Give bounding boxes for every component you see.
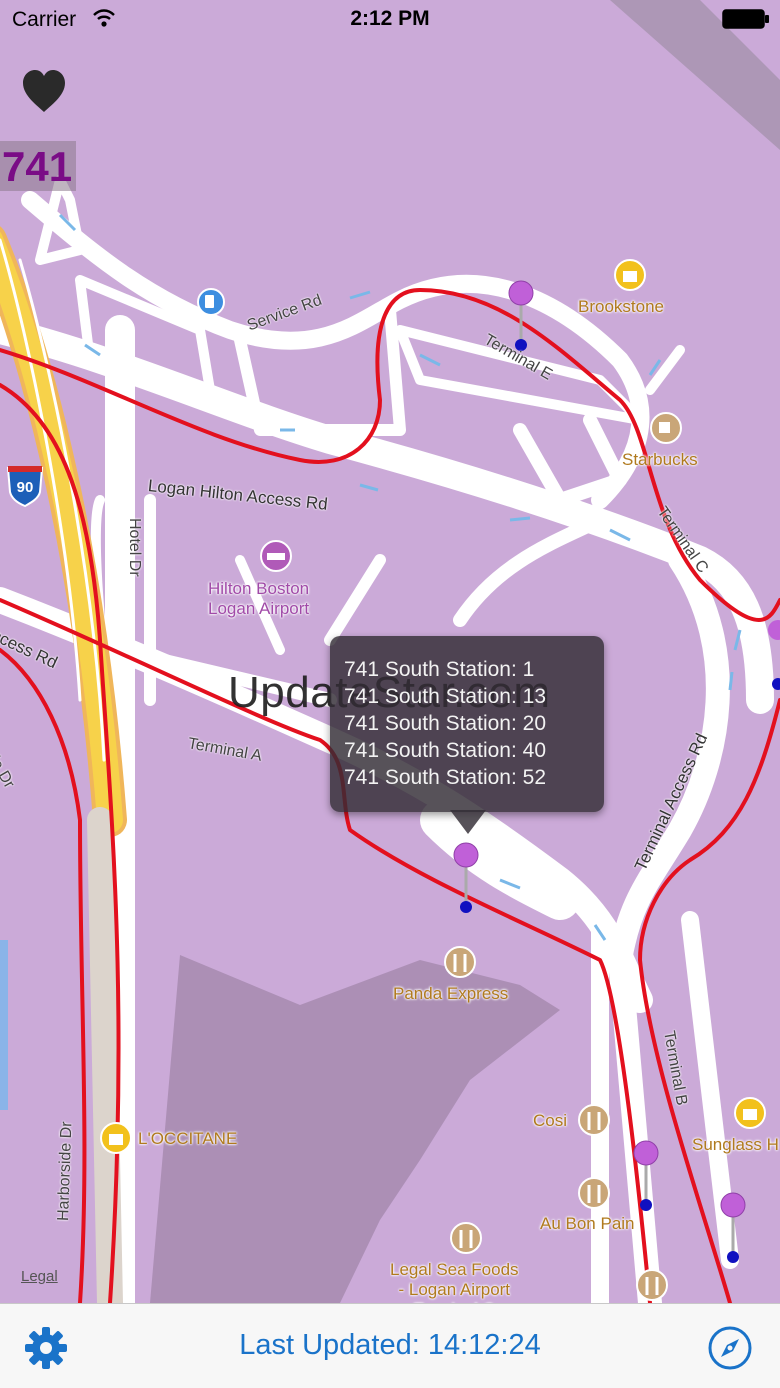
poi-label-cosi[interactable]: Cosi [533, 1111, 567, 1131]
coffee-icon [650, 412, 682, 444]
status-bar: Carrier 2:12 PM [0, 0, 780, 40]
status-time: 2:12 PM [350, 7, 430, 30]
battery-icon [722, 9, 769, 29]
shopping-bag-icon [734, 1097, 766, 1129]
restaurant-icon [450, 1222, 482, 1254]
gas-station-icon [197, 288, 225, 316]
legal-link[interactable]: Legal [21, 1268, 58, 1285]
restaurant-icon [578, 1177, 610, 1209]
compass-icon[interactable] [706, 1324, 754, 1372]
road-label-hotel-dr: Hotel Dr [126, 518, 143, 577]
poi-label-occitane[interactable]: L'OCCITANE [138, 1129, 237, 1149]
poi-label-sunglass[interactable]: Sunglass H [692, 1135, 779, 1155]
callout-row: 741 South Station: 1 [344, 658, 535, 681]
callout-row: 741 South Station: 13 [344, 685, 546, 708]
shopping-bag-icon [100, 1122, 132, 1154]
last-updated-label: Last Updated: 14:12:24 [239, 1329, 541, 1361]
restaurant-icon [636, 1269, 668, 1301]
poi-label-au-bon-pain[interactable]: Au Bon Pain [540, 1214, 635, 1234]
heart-icon[interactable] [20, 68, 68, 114]
route-number-badge: 741 [0, 141, 77, 191]
callout-row: 741 South Station: 52 [344, 766, 546, 789]
poi-label-panda-express[interactable]: Panda Express [393, 984, 508, 1004]
callout-row: 741 South Station: 20 [344, 712, 546, 735]
restaurant-icon [444, 946, 476, 978]
stop-callout[interactable]: 741 South Station: 1 741 South Station: … [330, 636, 604, 812]
callout-row: 741 South Station: 40 [344, 739, 546, 762]
interstate-number: 90 [17, 479, 34, 496]
restaurant-icon [578, 1104, 610, 1136]
poi-label-legal-sea-foods[interactable]: Legal Sea Foods - Logan Airport Terminal… [390, 1260, 519, 1303]
road-label-harborside-dr-bottom: Harborside Dr [55, 1121, 76, 1222]
hotel-icon [260, 540, 292, 572]
bottom-toolbar: Last Updated: 14:12:24 [0, 1303, 780, 1388]
callout-tail [450, 810, 486, 834]
poi-label-brookstone[interactable]: Brookstone [578, 297, 664, 317]
shopping-bag-icon [614, 259, 646, 291]
poi-label-hilton[interactable]: Hilton Boston Logan Airport [208, 579, 309, 619]
poi-label-starbucks[interactable]: Starbucks [622, 450, 698, 470]
